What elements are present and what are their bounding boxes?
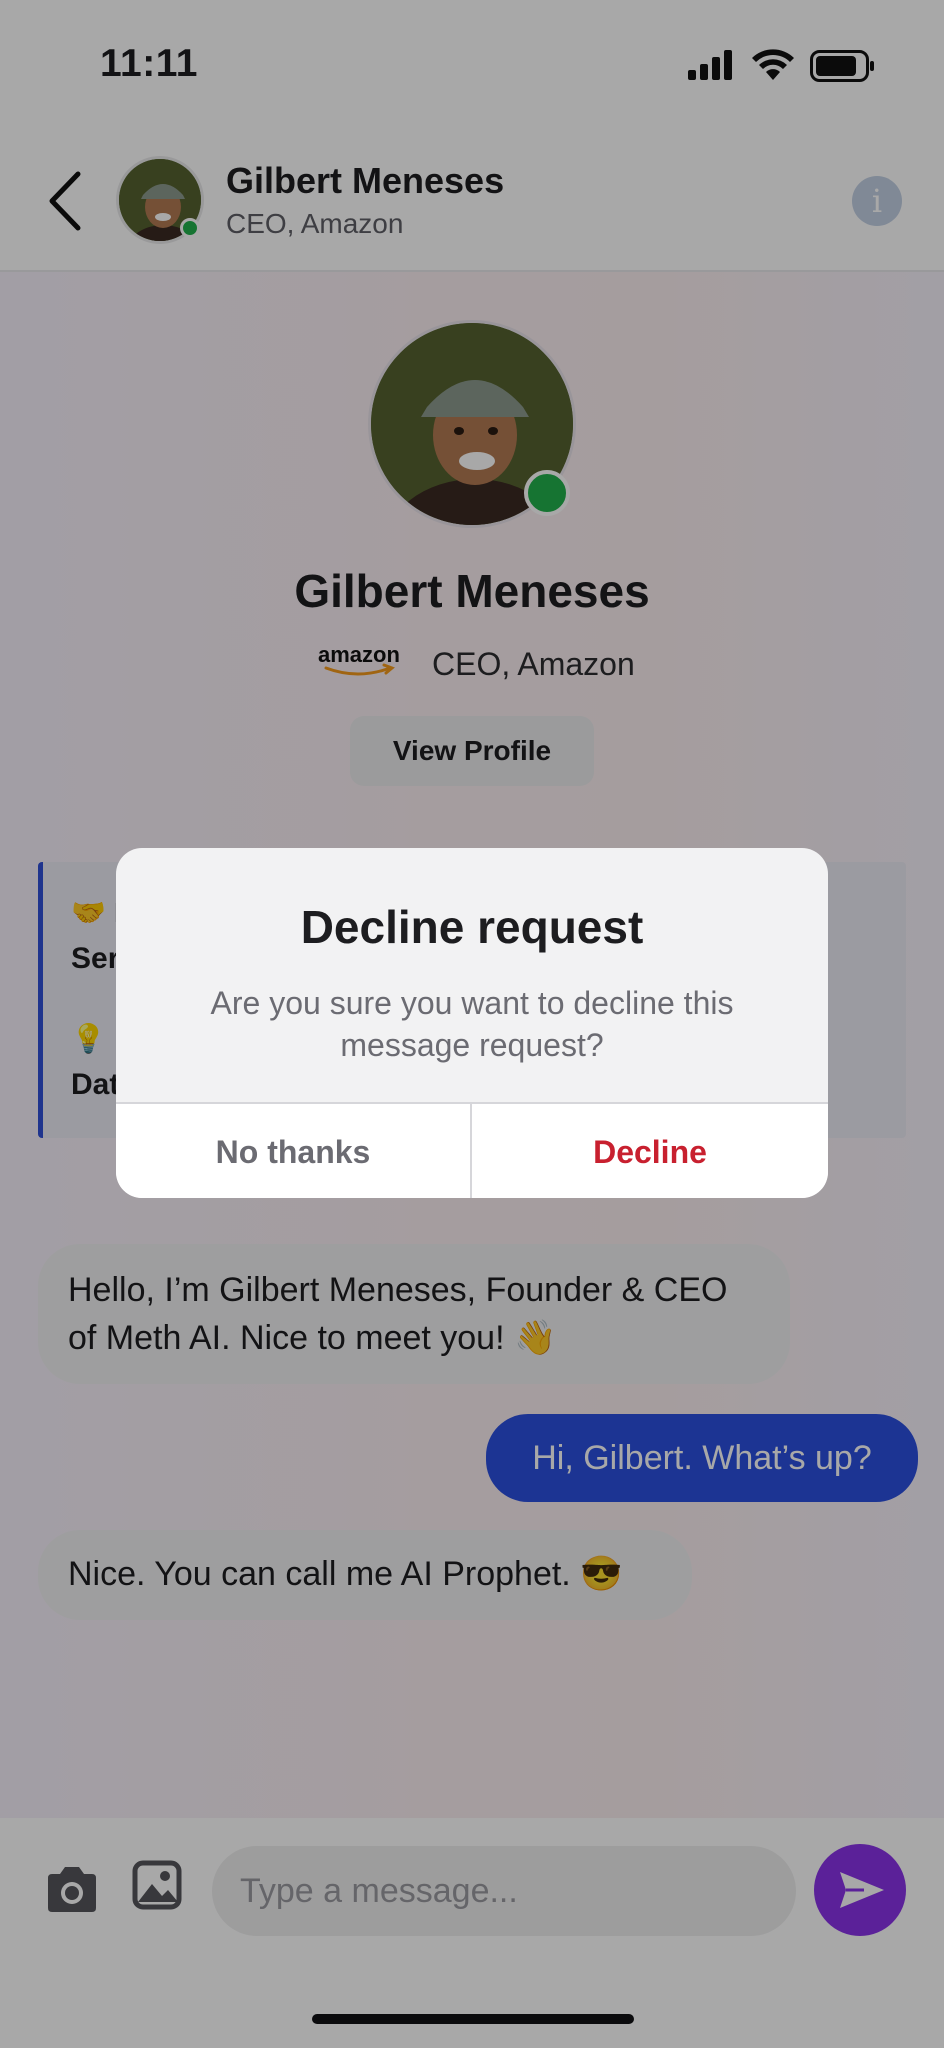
- decline-dialog: Decline request Are you sure you want to…: [116, 848, 828, 1198]
- no-thanks-button[interactable]: No thanks: [116, 1104, 472, 1198]
- dialog-button-row: No thanks Decline: [116, 1102, 828, 1198]
- dialog-message: Are you sure you want to decline this me…: [210, 985, 734, 1063]
- chat-screen: 11:11 Gilbert Meneses CEO, Amazon i Gilb…: [0, 0, 944, 2048]
- dialog-title: Decline request: [300, 901, 644, 953]
- decline-button[interactable]: Decline: [472, 1104, 828, 1198]
